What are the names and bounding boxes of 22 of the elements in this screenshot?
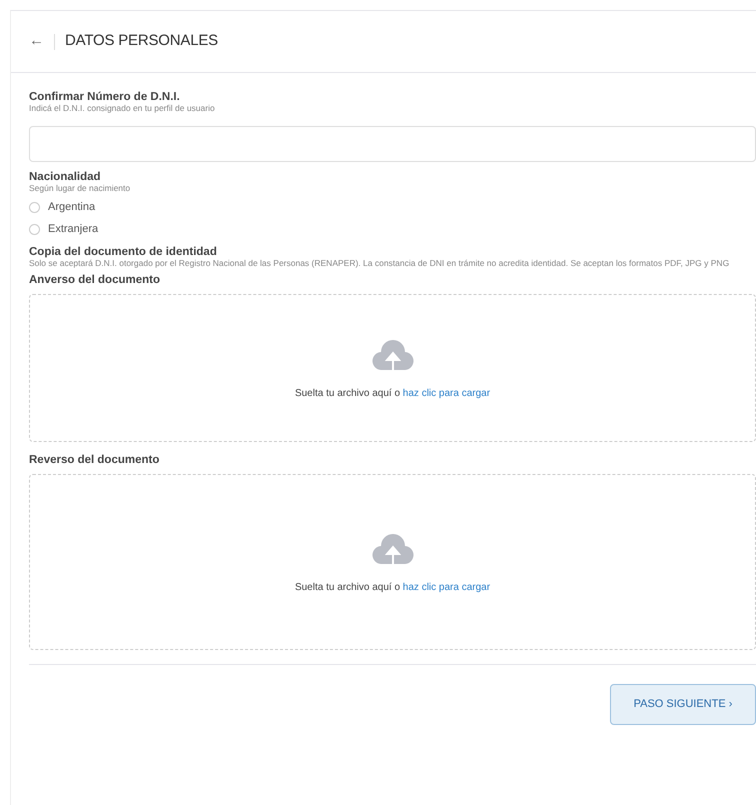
field-label: Confirmar Número de D.N.I.	[29, 91, 181, 104]
field-label: Copia del documento de identidad	[29, 246, 218, 259]
radio-label[interactable]: Extranjera	[48, 220, 98, 238]
field-label: Nacionalidad	[29, 171, 102, 184]
field-hint: Solo se aceptará D.N.I. otorgado por el Registro Nacional de las Personas (RENAPER). La constancia de DNI en trámite no acredita identidad. Se aceptan los formatos PDF, JPG y PNG	[29, 259, 730, 268]
radio-button[interactable]	[29, 224, 40, 234]
field-label: Anverso del documento	[29, 274, 161, 287]
field-label: Reverso del documento	[29, 454, 160, 467]
back-arrow[interactable]: ←	[29, 30, 44, 53]
radio-label[interactable]: Argentina	[48, 198, 96, 216]
file-drop-zone[interactable]: Suelta tu archivo aquí o haz clic para cargar	[29, 474, 756, 650]
upload-link[interactable]: haz clic para cargar	[402, 582, 490, 592]
dni-input-field[interactable]	[29, 126, 756, 162]
drop-instruction: Suelta tu archivo aquí o haz clic para cargar	[294, 580, 490, 594]
field-hint: Indicá el D.N.I. consignado en tu perfil de usuario	[29, 104, 216, 113]
drop-instruction: Suelta tu archivo aquí o haz clic para cargar	[294, 386, 490, 400]
field-hint: Según lugar de nacimiento	[29, 184, 132, 193]
next-step-button[interactable]: PASO SIGUIENTE ›	[610, 684, 756, 725]
upload-link[interactable]: haz clic para cargar	[402, 388, 490, 398]
file-drop-zone[interactable]: Suelta tu archivo aquí o haz clic para cargar	[29, 294, 756, 442]
page-title: DATOS PERSONALES	[65, 31, 218, 52]
radio-button[interactable]	[29, 202, 40, 212]
